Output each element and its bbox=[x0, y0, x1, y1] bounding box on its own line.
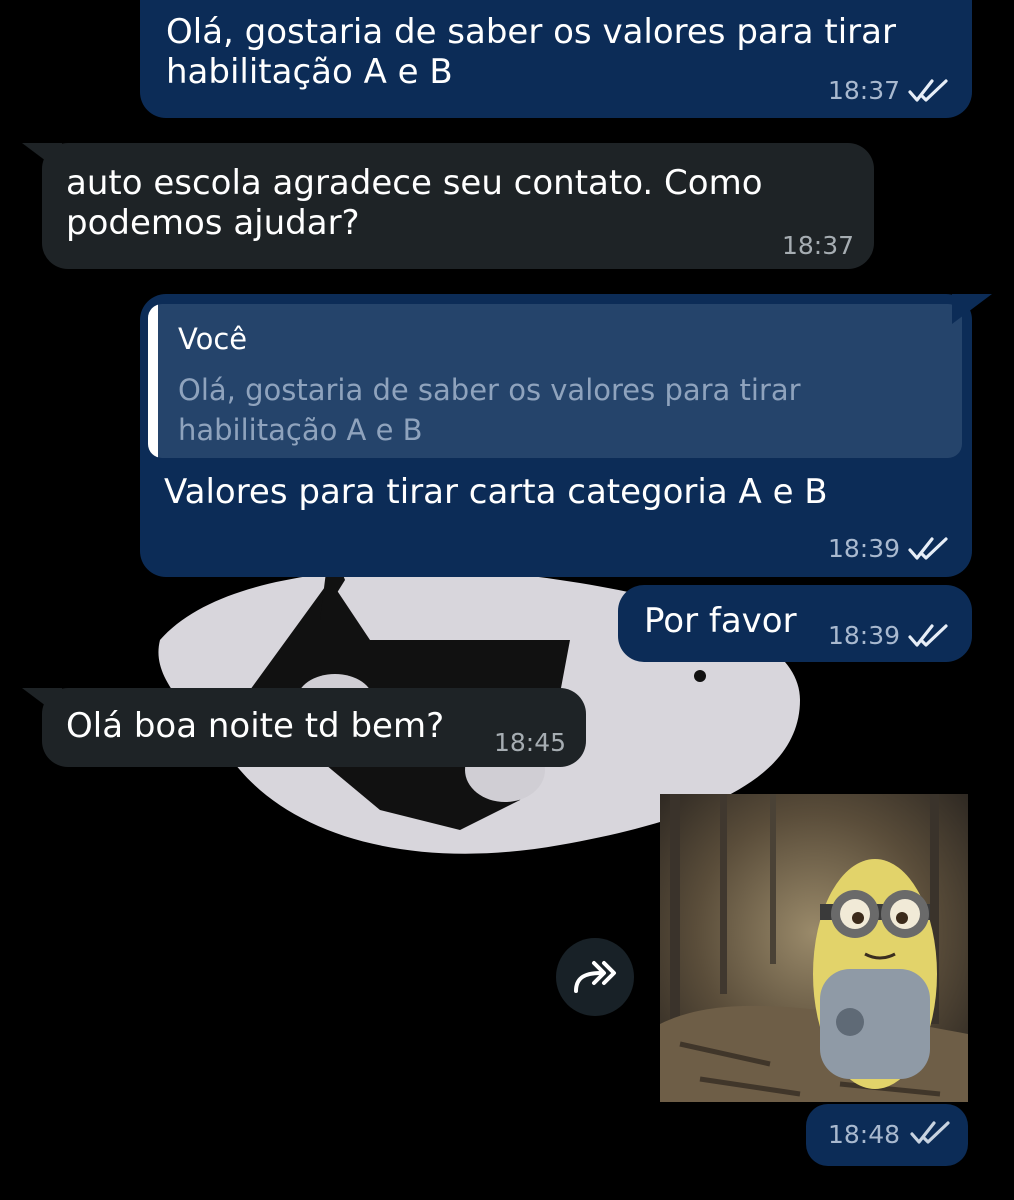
outgoing-reply-message[interactable]: Você Olá, gostaria de saber os valores p… bbox=[140, 294, 972, 577]
quote-accent-bar bbox=[148, 304, 158, 458]
message-time: 18:37 bbox=[828, 76, 901, 105]
forward-share-button[interactable] bbox=[556, 938, 634, 1016]
message-time: 18:39 bbox=[828, 534, 901, 563]
message-time: 18:45 bbox=[494, 728, 567, 757]
incoming-message[interactable]: Olá boa noite td bem? 18:45 bbox=[42, 688, 586, 767]
bubble-tail bbox=[952, 294, 992, 324]
message-text: Olá, gostaria de saber os valores para t… bbox=[166, 12, 896, 92]
double-check-icon bbox=[908, 624, 948, 647]
message-text: auto escola agradece seu contato. Como p… bbox=[66, 163, 763, 243]
message-text: Por favor bbox=[644, 601, 797, 641]
double-check-icon bbox=[908, 537, 948, 560]
photo-time-badge: 18:48 bbox=[806, 1104, 968, 1166]
message-text: Olá boa noite td bem? bbox=[66, 706, 445, 746]
message-text: Valores para tirar carta categoria A e B bbox=[164, 472, 828, 512]
quote-author: Você bbox=[178, 322, 248, 356]
message-time: 18:37 bbox=[782, 231, 855, 260]
message-time: 18:48 bbox=[828, 1120, 901, 1149]
message-time: 18:39 bbox=[828, 621, 901, 650]
minion-photo bbox=[660, 794, 968, 1102]
incoming-message[interactable]: auto escola agradece seu contato. Como p… bbox=[42, 143, 874, 269]
bubble-tail bbox=[22, 688, 62, 718]
double-check-icon bbox=[908, 79, 948, 102]
forward-share-icon bbox=[574, 961, 616, 993]
outgoing-message[interactable]: Olá, gostaria de saber os valores para t… bbox=[140, 0, 972, 118]
reply-quote[interactable]: Você Olá, gostaria de saber os valores p… bbox=[148, 304, 962, 458]
quote-text: Olá, gostaria de saber os valores para t… bbox=[178, 373, 801, 447]
photo-attachment[interactable] bbox=[660, 794, 968, 1102]
outgoing-message[interactable]: Por favor 18:39 bbox=[618, 585, 972, 662]
bubble-tail bbox=[22, 143, 62, 173]
double-check-icon bbox=[910, 1121, 950, 1144]
